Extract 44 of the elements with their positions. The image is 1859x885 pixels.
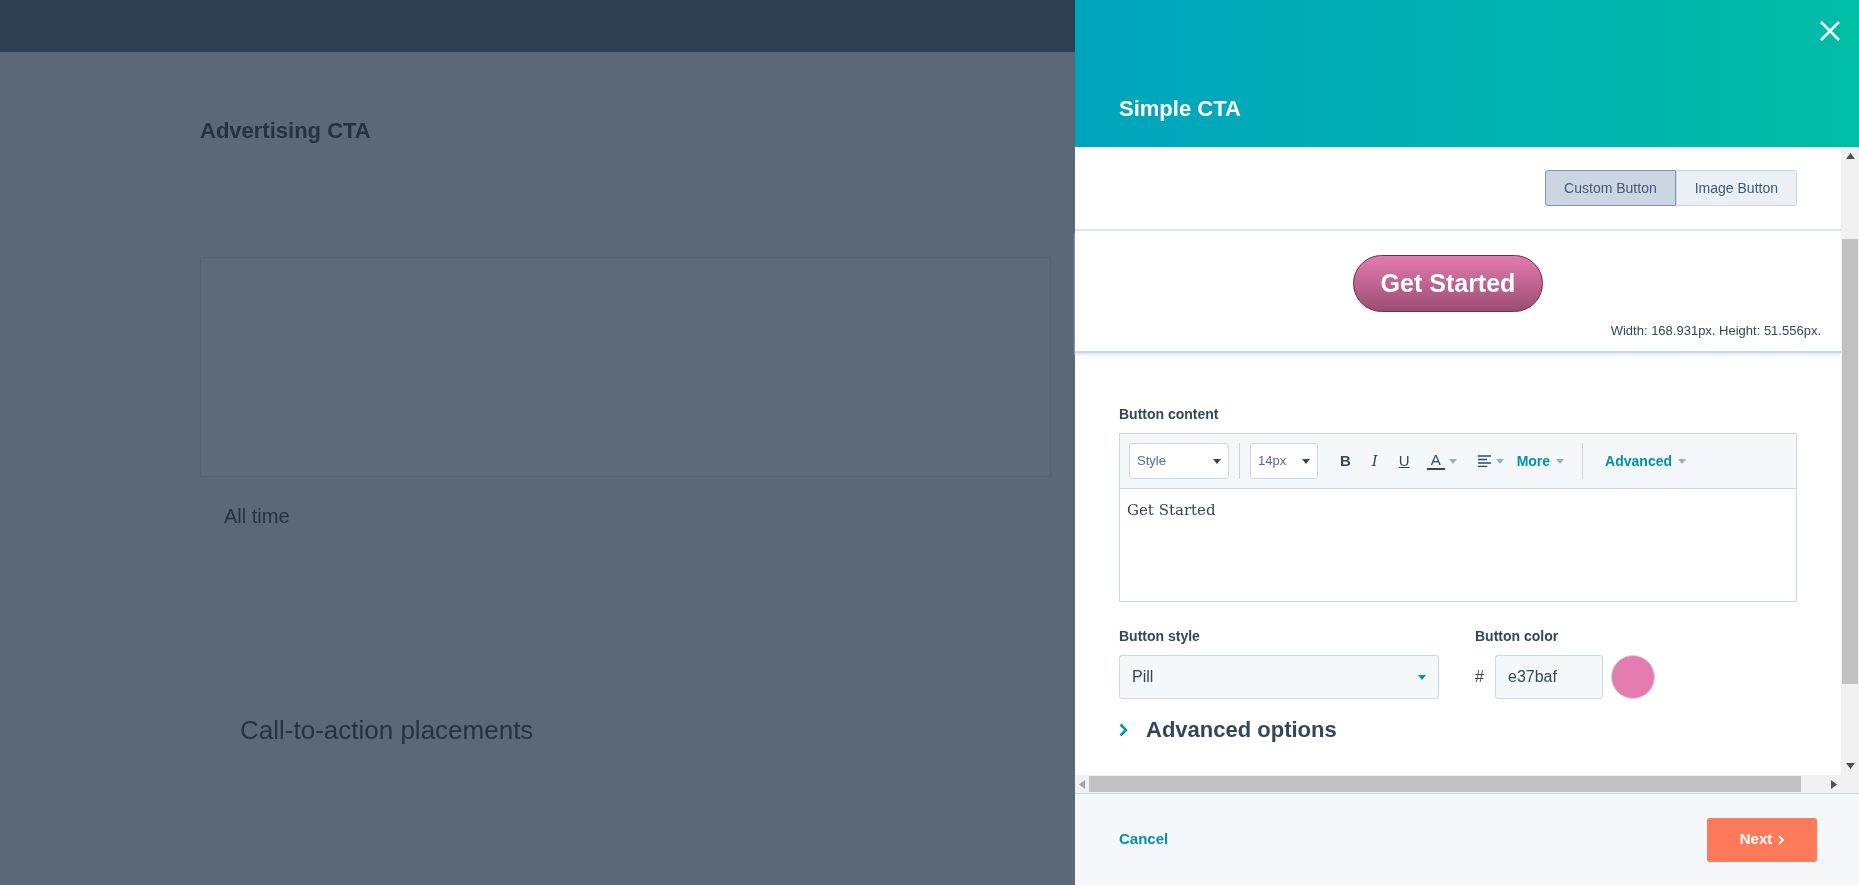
field-label: Button color	[1475, 627, 1560, 646]
cancel-link[interactable]: Cancel	[1119, 828, 1169, 851]
dimensions-text: Width: 168.931px. Height: 51.556px.	[1610, 323, 1821, 338]
close-icon	[1819, 20, 1841, 42]
horizontal-scrollbar[interactable]	[1075, 775, 1841, 793]
button-type-tab[interactable]: Custom Button	[1545, 170, 1676, 206]
style-dropdown[interactable]: Style	[1129, 443, 1229, 479]
caret-icon	[1302, 458, 1310, 464]
caret-icon	[1448, 458, 1457, 464]
bold-format-button[interactable]: B	[1336, 449, 1355, 473]
more-dropdown[interactable]: More	[1516, 450, 1565, 472]
chevron-icon	[1119, 722, 1128, 737]
preview-button[interactable]: Get Started	[1353, 255, 1543, 312]
font-size-dropdown[interactable]: 14px	[1250, 443, 1318, 479]
align-left-icon	[1477, 455, 1492, 467]
scroll-up-icon	[1845, 153, 1855, 159]
advanced-dropdown[interactable]: Advanced	[1605, 450, 1686, 472]
color-swatch[interactable]	[1611, 655, 1655, 699]
section-title: All time	[223, 504, 291, 529]
color-hex-input[interactable]: e37baf	[1495, 655, 1603, 699]
hash-prefix: #	[1475, 667, 1485, 687]
italic-format-button[interactable]: I	[1367, 449, 1382, 473]
scroll-right-icon	[1831, 779, 1837, 789]
chevron-right-icon	[1778, 834, 1785, 845]
color-format-button[interactable]: A	[1426, 452, 1457, 470]
vertical-scrollbar[interactable]	[1841, 147, 1859, 793]
scroll-down-icon	[1845, 763, 1855, 769]
caret-icon	[1213, 458, 1221, 464]
advanced-options-toggle[interactable]: Advanced options	[1119, 713, 1797, 746]
caret-icon	[1556, 458, 1565, 464]
button-style-select[interactable]: Pill	[1119, 655, 1439, 699]
underline-format-button[interactable]: U	[1394, 449, 1414, 473]
align-button[interactable]	[1477, 455, 1504, 467]
page-title: Advertising CTA	[200, 117, 372, 145]
caret-icon	[1495, 458, 1504, 464]
field-label: Button content	[1119, 405, 1220, 424]
scroll-left-icon	[1079, 779, 1085, 789]
caret-icon	[1418, 674, 1426, 680]
button-type-tab[interactable]: Image Button	[1675, 170, 1797, 206]
caret-icon	[1678, 458, 1686, 464]
editor-text-area[interactable]: Get Started	[1120, 489, 1796, 601]
field-label: Button style	[1119, 627, 1201, 646]
panel-title: Simple CTA	[1119, 95, 1241, 123]
section-title: Call-to-action placements	[239, 714, 535, 747]
